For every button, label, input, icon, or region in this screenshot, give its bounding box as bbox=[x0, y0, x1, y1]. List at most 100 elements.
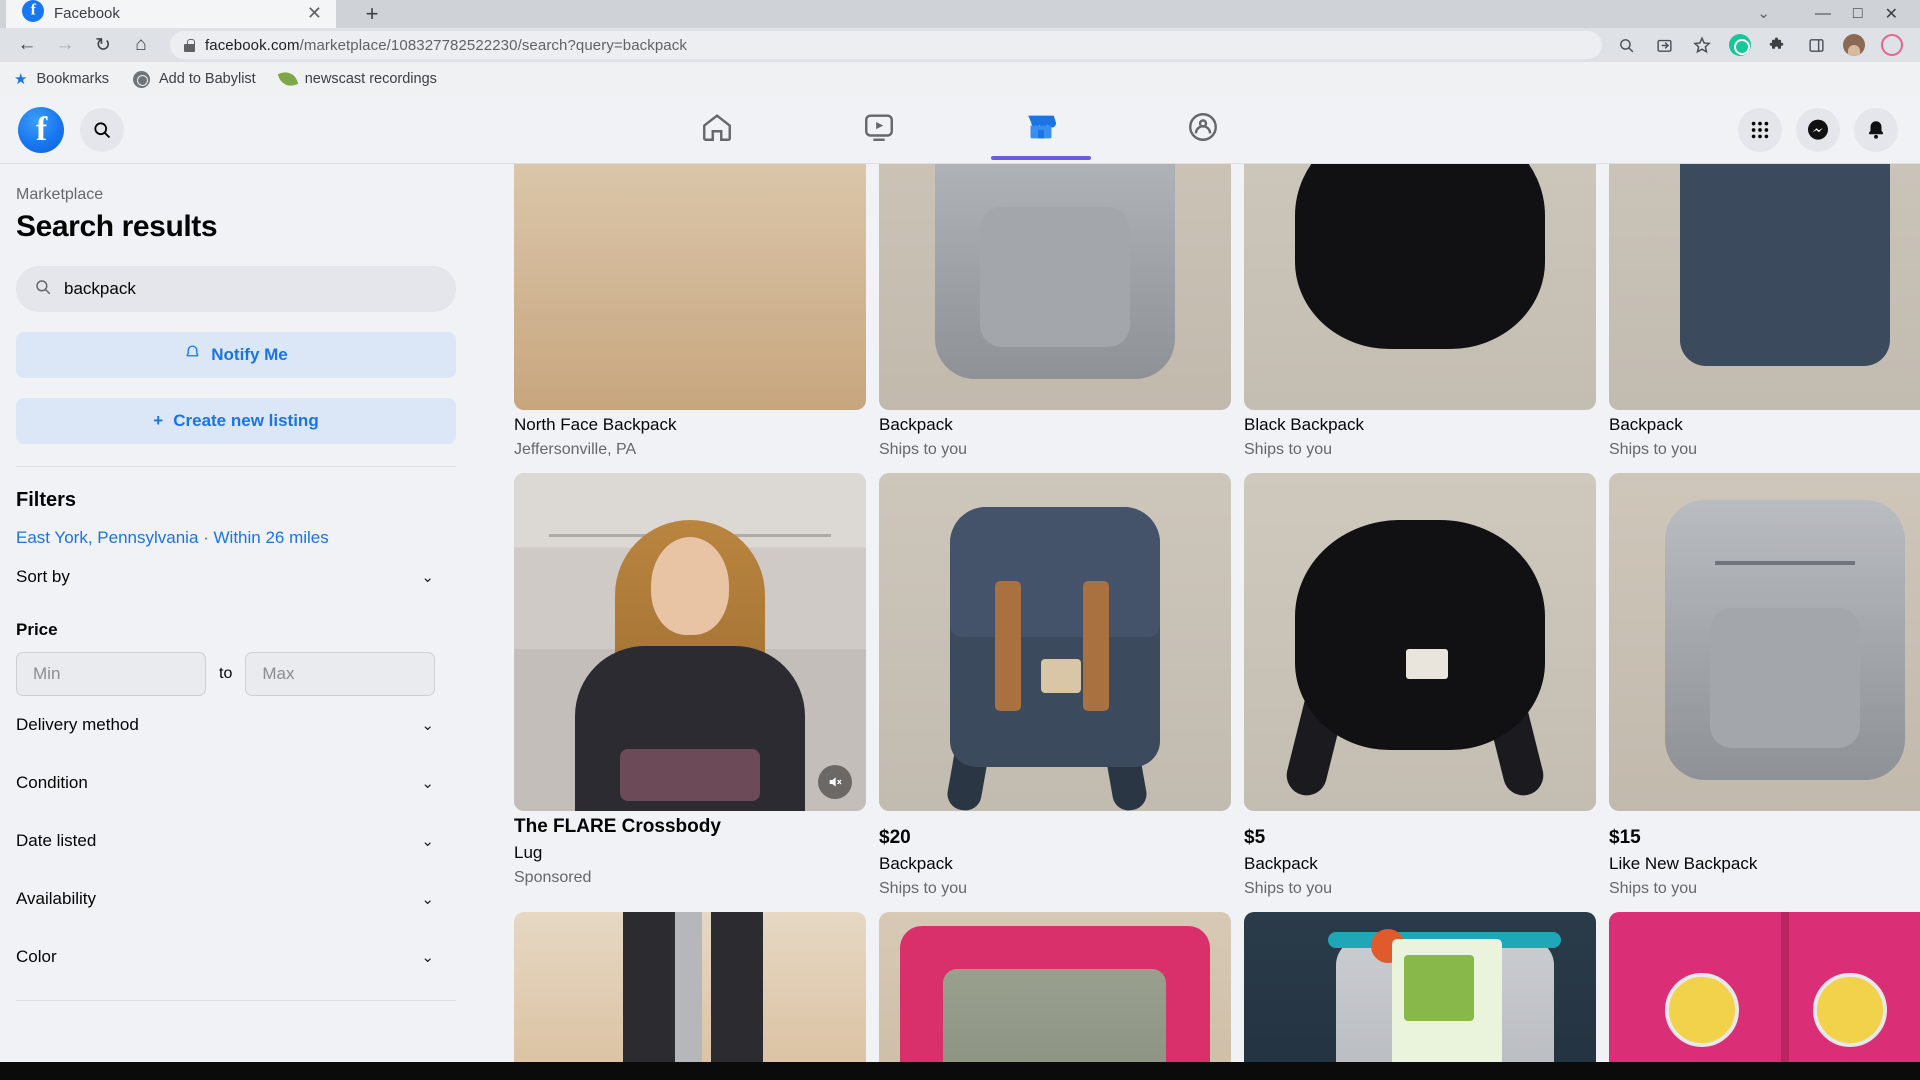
mute-speaker-icon[interactable] bbox=[818, 765, 852, 799]
bookmark-item-bookmarks[interactable]: ★ Bookmarks bbox=[14, 70, 109, 88]
listing-subtitle: Jeffersonville, PA bbox=[514, 441, 637, 458]
window-maximize-button[interactable]: □ bbox=[1853, 5, 1863, 23]
tab-home[interactable] bbox=[661, 100, 773, 160]
price-separator-label: to bbox=[219, 665, 233, 682]
toolbar-icons bbox=[1614, 33, 1910, 57]
extension-green-icon[interactable] bbox=[1728, 33, 1752, 57]
side-panel-icon[interactable] bbox=[1804, 33, 1828, 57]
listing-subtitle: Ships to you bbox=[1244, 441, 1333, 458]
filter-label: Sort by bbox=[16, 567, 70, 586]
filter-label: Color bbox=[16, 947, 57, 966]
listing-price: $5 bbox=[1244, 827, 1266, 848]
babylist-icon bbox=[132, 70, 150, 88]
listing-card[interactable] bbox=[1609, 912, 1920, 1080]
tab-close-icon[interactable]: ✕ bbox=[307, 4, 322, 22]
listing-subtitle: Ships to you bbox=[1609, 880, 1698, 897]
listing-card[interactable]: $20 Backpack Ships to you bbox=[879, 473, 1244, 912]
facebook-logo-icon[interactable] bbox=[18, 106, 64, 153]
filter-row-condition[interactable]: Condition ⌄ bbox=[16, 754, 456, 812]
filter-row-color[interactable]: Color ⌄ bbox=[16, 928, 456, 986]
facebook-search-button[interactable] bbox=[80, 107, 124, 152]
bookmark-label: newscast recordings bbox=[304, 71, 437, 87]
listing-subtitle: Ships to you bbox=[1609, 441, 1698, 458]
listing-card[interactable]: Backpack Ships to you bbox=[1609, 164, 1920, 473]
listing-image bbox=[514, 164, 866, 410]
marketplace-sidebar: Marketplace Search results backpack Noti… bbox=[0, 164, 472, 1080]
listing-subtitle: Ships to you bbox=[879, 880, 968, 897]
forward-button[interactable]: → bbox=[48, 30, 82, 60]
marketplace-icon bbox=[1024, 110, 1058, 149]
new-tab-button[interactable]: + bbox=[352, 0, 392, 28]
address-bar[interactable]: facebook.com/marketplace/108327782522230… bbox=[170, 31, 1602, 59]
window-close-button[interactable]: ✕ bbox=[1885, 4, 1898, 24]
breadcrumb: Marketplace bbox=[16, 186, 104, 203]
listing-brand: Lug bbox=[514, 843, 543, 862]
listing-title: Backpack bbox=[1609, 415, 1683, 434]
profile-avatar-icon[interactable] bbox=[1842, 33, 1866, 57]
search-input[interactable]: backpack bbox=[16, 266, 456, 312]
tab-groups[interactable] bbox=[1147, 100, 1259, 160]
tab-marketplace[interactable] bbox=[985, 100, 1097, 160]
bell-icon bbox=[184, 344, 201, 366]
filter-row-sort-by[interactable]: Sort by ⌄ bbox=[16, 548, 456, 606]
home-button[interactable]: ⌂ bbox=[124, 30, 158, 60]
filter-label: Condition bbox=[16, 773, 88, 792]
home-icon bbox=[700, 110, 734, 149]
price-heading: Price bbox=[16, 620, 58, 639]
window-minimize-button[interactable]: — bbox=[1815, 5, 1831, 23]
listing-card[interactable]: North Face Backpack Jeffersonville, PA bbox=[514, 164, 879, 473]
bell-icon[interactable] bbox=[1854, 107, 1898, 152]
messenger-icon[interactable] bbox=[1796, 107, 1840, 152]
url-path: /marketplace/108327782522230/search?quer… bbox=[299, 36, 687, 54]
chevron-down-icon[interactable]: ⌄ bbox=[1757, 4, 1770, 22]
bookmark-label: Add to Babylist bbox=[158, 71, 256, 87]
bookmark-item-newscast[interactable]: newscast recordings bbox=[277, 68, 437, 90]
page-title: Search results bbox=[16, 210, 218, 243]
listing-card[interactable]: Black Backpack Ships to you bbox=[1244, 164, 1609, 473]
listing-image bbox=[1244, 912, 1596, 1080]
listing-card[interactable] bbox=[879, 912, 1244, 1080]
listing-card[interactable]: $15 Like New Backpack Ships to you bbox=[1609, 473, 1920, 912]
listing-subtitle: Ships to you bbox=[1244, 880, 1333, 897]
filter-label: Availability bbox=[16, 889, 97, 908]
listing-card[interactable]: Backpack Ships to you bbox=[879, 164, 1244, 473]
listing-card[interactable] bbox=[1244, 912, 1609, 1080]
reload-button[interactable]: ↻ bbox=[86, 30, 120, 60]
create-new-listing-button[interactable]: + Create new listing bbox=[16, 398, 456, 444]
price-min-input[interactable]: Min bbox=[16, 652, 206, 696]
tab-title: Facebook bbox=[54, 5, 120, 22]
tab-video[interactable] bbox=[823, 100, 935, 160]
window-controls: — □ ✕ bbox=[1815, 0, 1914, 28]
listing-subtitle: Ships to you bbox=[879, 441, 968, 458]
browser-tab[interactable]: Facebook ✕ bbox=[6, 0, 336, 28]
grid-menu-icon[interactable] bbox=[1738, 107, 1782, 152]
filter-row-availability[interactable]: Availability ⌄ bbox=[16, 870, 456, 928]
filter-label: Delivery method bbox=[16, 715, 139, 734]
bookmarks-bar: ★ Bookmarks Add to Babylist newscast rec… bbox=[0, 62, 1920, 96]
filter-row-date-listed[interactable]: Date listed ⌄ bbox=[16, 812, 456, 870]
bookmark-item-babylist[interactable]: Add to Babylist bbox=[132, 70, 256, 88]
price-max-input[interactable]: Max bbox=[245, 652, 436, 696]
search-icon[interactable] bbox=[1614, 33, 1638, 57]
bookmark-star-icon[interactable] bbox=[1690, 33, 1714, 57]
listing-title: North Face Backpack bbox=[514, 415, 677, 434]
filters-heading: Filters bbox=[16, 489, 77, 511]
listing-card[interactable]: $5 Backpack Ships to you bbox=[1244, 473, 1609, 912]
listing-title: Black Backpack bbox=[1244, 415, 1364, 434]
puzzle-extensions-icon[interactable] bbox=[1766, 33, 1790, 57]
listing-image bbox=[514, 473, 866, 811]
bookmark-label: Bookmarks bbox=[36, 71, 109, 87]
listing-image bbox=[1244, 473, 1596, 811]
notify-me-button[interactable]: Notify Me bbox=[16, 332, 456, 378]
listing-card-sponsored[interactable]: The FLARE Crossbody Lug Sponsored bbox=[514, 473, 879, 912]
filter-row-delivery-method[interactable]: Delivery method ⌄ bbox=[16, 696, 456, 754]
back-button[interactable]: ← bbox=[10, 30, 44, 60]
location-filter-link[interactable]: East York, Pennsylvania · Within 26 mile… bbox=[16, 528, 456, 548]
listing-card[interactable] bbox=[514, 912, 879, 1080]
url-domain: facebook.com bbox=[205, 36, 300, 54]
sidebar-bottom-divider bbox=[16, 1000, 456, 1001]
search-results-grid: North Face Backpack Jeffersonville, PA B… bbox=[472, 164, 1920, 1080]
listing-title: The FLARE Crossbody bbox=[514, 816, 721, 837]
recording-ring-icon[interactable] bbox=[1880, 33, 1904, 57]
share-icon[interactable] bbox=[1652, 33, 1676, 57]
